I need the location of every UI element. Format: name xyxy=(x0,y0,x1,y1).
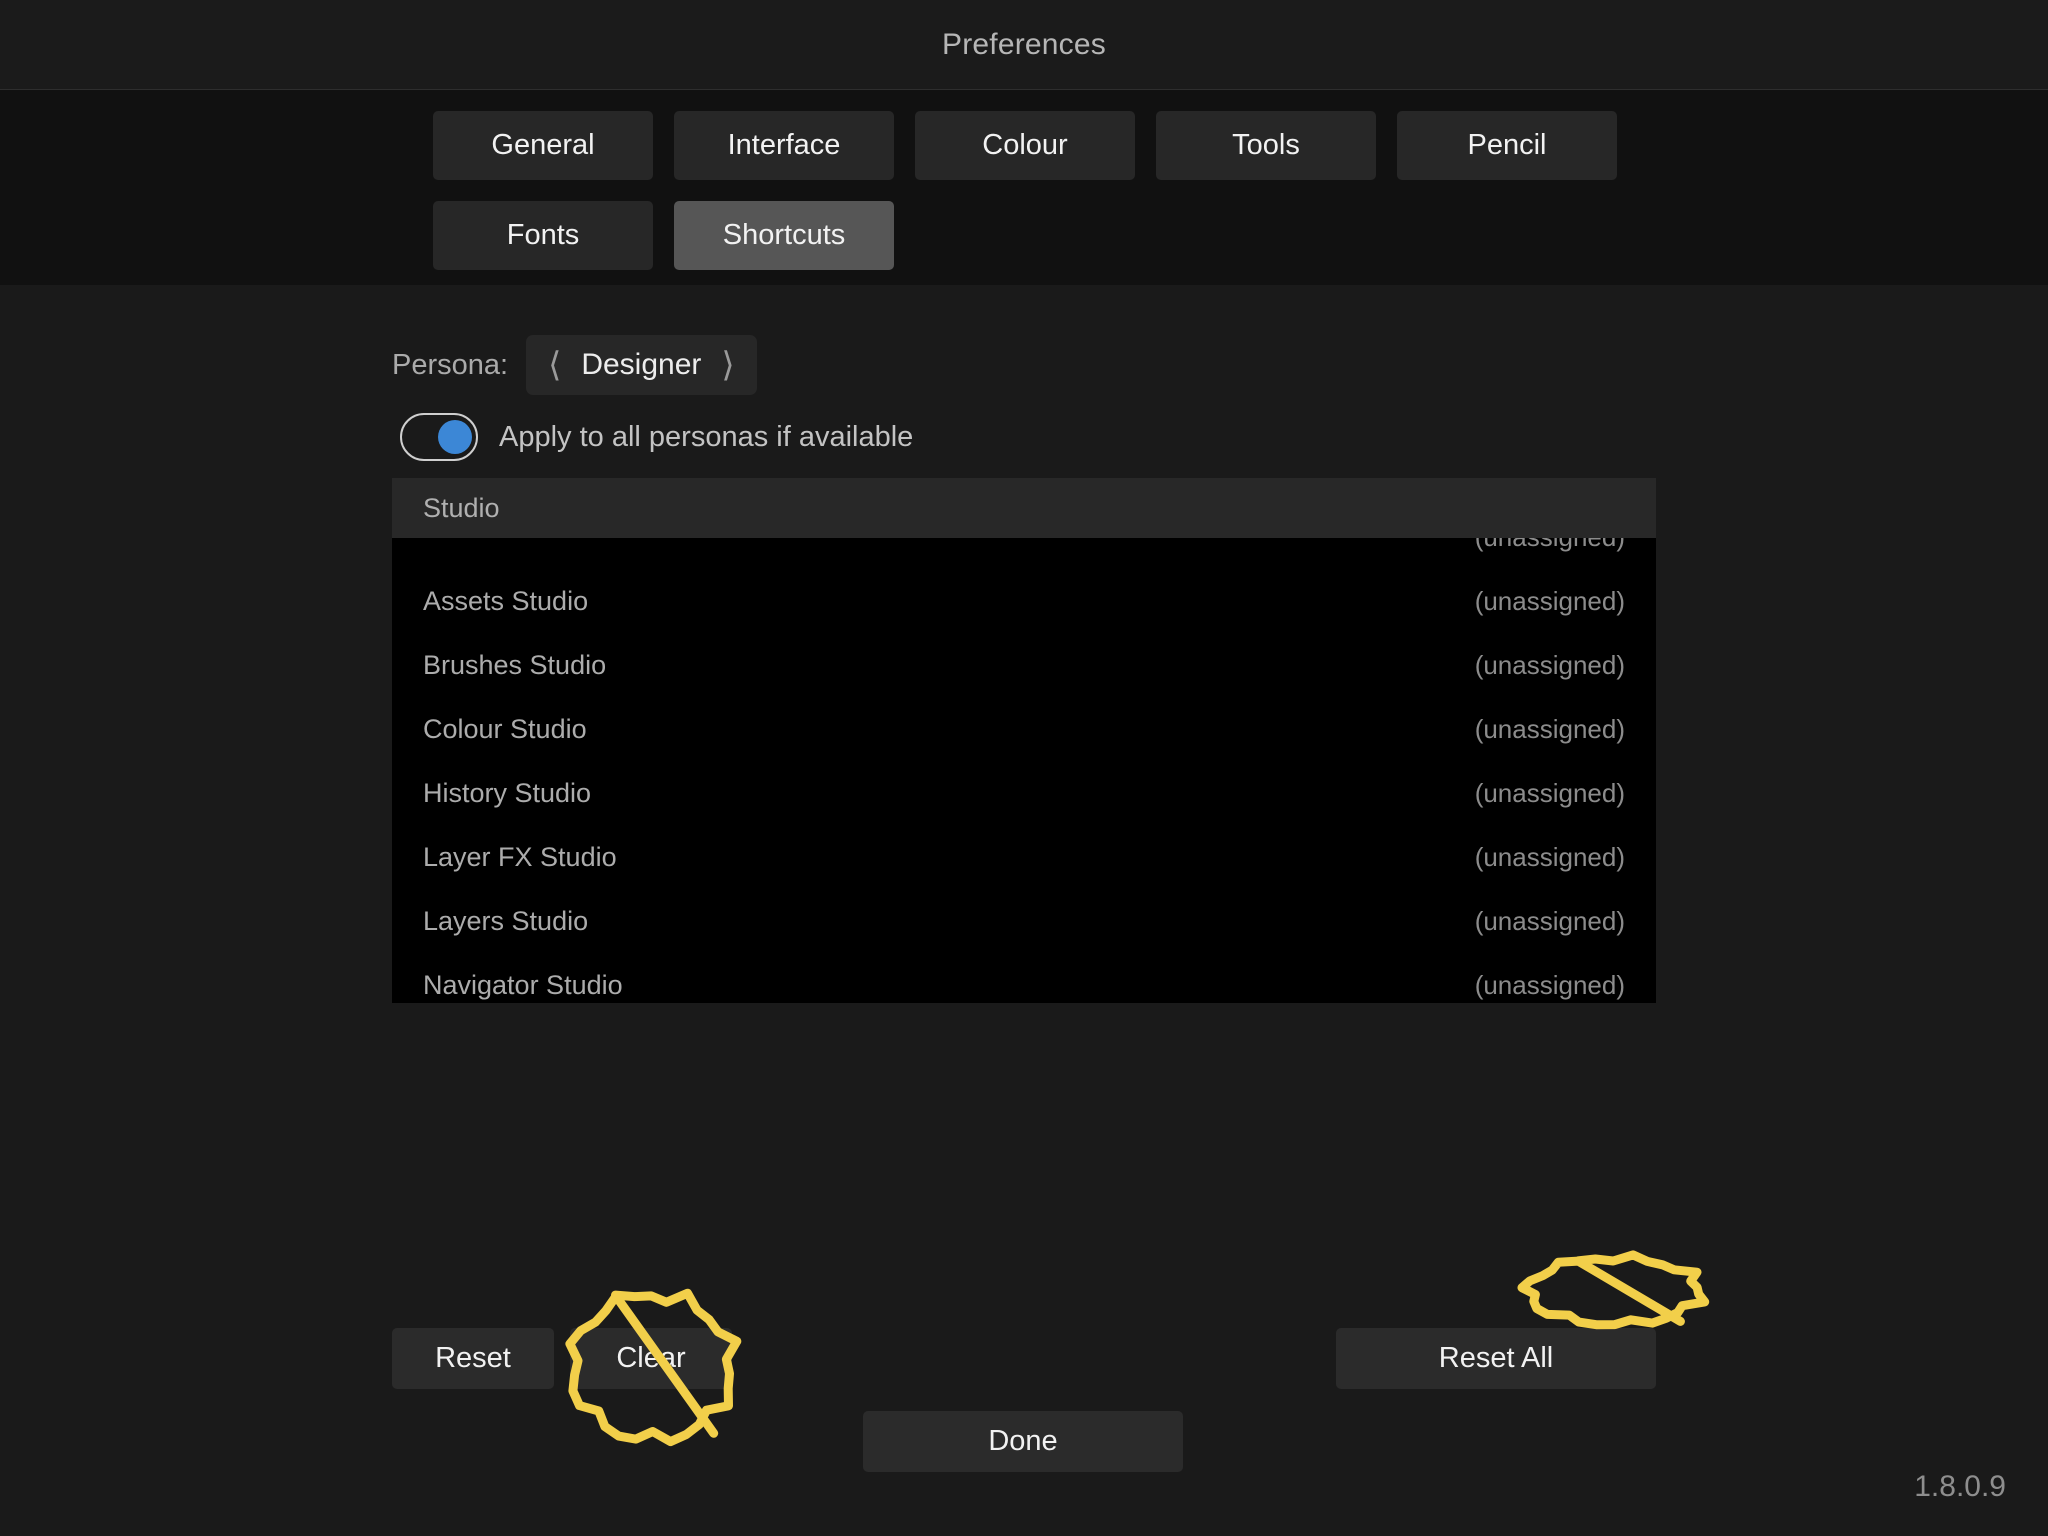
apply-all-personas-toggle[interactable] xyxy=(400,413,478,461)
shortcut-row-unassigned[interactable]: (unassigned) xyxy=(1475,842,1625,873)
chevron-left-icon[interactable]: ⟨ xyxy=(548,348,561,382)
window-titlebar: Preferences xyxy=(0,0,2048,90)
shortcut-row-label: Layers Studio xyxy=(423,906,588,937)
table-row-assets-studio[interactable]: Assets Studio (unassigned) xyxy=(392,569,1656,633)
toggle-knob xyxy=(438,420,472,454)
tab-row-primary: General Interface Colour Tools Pencil xyxy=(433,111,1617,180)
shortcut-list-header[interactable]: Studio xyxy=(392,478,1656,538)
shortcut-row-label: Assets Studio xyxy=(423,586,588,617)
shortcut-list-scroll[interactable]: (unassigned)Assets Studio(unassigned)Bru… xyxy=(392,538,1656,1003)
tab-colour[interactable]: Colour xyxy=(915,111,1135,180)
tab-pencil[interactable]: Pencil xyxy=(1397,111,1617,180)
shortcut-row-label: History Studio xyxy=(423,778,591,809)
clear-button[interactable]: Clear xyxy=(570,1328,732,1389)
table-row-navigator-studio[interactable]: Navigator Studio (unassigned) xyxy=(392,953,1656,1003)
shortcut-list-panel: Studio (unassigned) Assets Studio (unassig… xyxy=(392,478,1656,1003)
shortcut-row-unassigned[interactable]: (unassigned) xyxy=(1475,586,1625,617)
apply-all-personas-row: Apply to all personas if available xyxy=(400,413,913,461)
preferences-window: Preferences General Interface Colour Too… xyxy=(0,0,2048,1536)
tab-general[interactable]: General xyxy=(433,111,653,180)
table-row-layers-studio[interactable]: Layers Studio (unassigned) xyxy=(392,889,1656,953)
shortcut-row-label: Navigator Studio xyxy=(423,970,623,1001)
preferences-tabstrip: General Interface Colour Tools Pencil Fo… xyxy=(0,90,2048,285)
shortcut-row-label: Layer FX Studio xyxy=(423,842,617,873)
reset-button[interactable]: Reset xyxy=(392,1328,554,1389)
tab-fonts[interactable]: Fonts xyxy=(433,201,653,270)
tab-interface[interactable]: Interface xyxy=(674,111,894,180)
table-row-colour-studio[interactable]: Colour Studio (unassigned) xyxy=(392,697,1656,761)
preferences-body: Persona: ⟨ Designer ⟩ Apply to all perso… xyxy=(0,285,2048,1536)
persona-label: Persona: xyxy=(392,349,508,382)
done-button[interactable]: Done xyxy=(863,1411,1183,1472)
shortcut-row-label: Brushes Studio xyxy=(423,650,606,681)
shortcut-list-header-label: Studio xyxy=(392,493,500,524)
shortcut-row-unassigned[interactable]: (unassigned) xyxy=(1475,778,1625,809)
version-label: 1.8.0.9 xyxy=(1914,1470,2006,1504)
table-row-brushes-studio[interactable]: Brushes Studio (unassigned) xyxy=(392,633,1656,697)
shortcut-row-label: Colour Studio xyxy=(423,714,587,745)
apply-all-personas-label: Apply to all personas if available xyxy=(499,421,913,454)
tab-tools[interactable]: Tools xyxy=(1156,111,1376,180)
chevron-right-icon[interactable]: ⟩ xyxy=(721,348,734,382)
shortcut-row-unassigned[interactable]: (unassigned) xyxy=(1475,970,1625,1001)
persona-stepper[interactable]: ⟨ Designer ⟩ xyxy=(526,335,757,395)
page-title: Preferences xyxy=(0,0,2048,90)
shortcut-list-rows: (unassigned)Assets Studio(unassigned)Bru… xyxy=(392,538,1656,1003)
shortcut-row-unassigned[interactable]: (unassigned) xyxy=(1475,714,1625,745)
table-row-layer-fx-studio[interactable]: Layer FX Studio (unassigned) xyxy=(392,825,1656,889)
persona-row: Persona: ⟨ Designer ⟩ xyxy=(392,335,757,395)
table-row-clipped[interactable]: (unassigned) xyxy=(392,538,1656,569)
table-row-history-studio[interactable]: History Studio (unassigned) xyxy=(392,761,1656,825)
reset-all-button[interactable]: Reset All xyxy=(1336,1328,1656,1389)
tab-shortcuts[interactable]: Shortcuts xyxy=(674,201,894,270)
tab-row-secondary: Fonts Shortcuts xyxy=(433,201,894,270)
shortcut-row-unassigned[interactable]: (unassigned) xyxy=(1475,538,1625,553)
persona-value: Designer xyxy=(577,348,705,382)
shortcut-row-unassigned[interactable]: (unassigned) xyxy=(1475,906,1625,937)
shortcut-row-unassigned[interactable]: (unassigned) xyxy=(1475,650,1625,681)
